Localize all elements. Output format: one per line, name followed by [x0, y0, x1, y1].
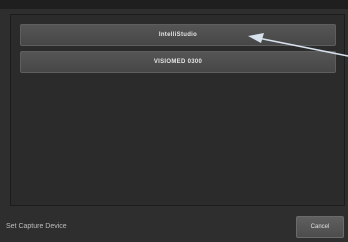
- arrow-pointer-icon: [248, 33, 348, 57]
- capture-device-dialog: IntelliStudio VISIOMED 0300 Set Capture …: [0, 0, 348, 242]
- title-strip: [0, 0, 348, 9]
- cancel-button[interactable]: Cancel: [296, 216, 344, 238]
- set-capture-device-label: Set Capture Device: [6, 223, 67, 230]
